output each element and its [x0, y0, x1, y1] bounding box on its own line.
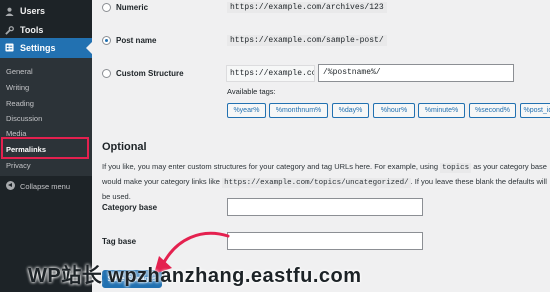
example-url-post-name: https://example.com/sample-post/ — [227, 35, 387, 46]
radio-post-name[interactable] — [102, 36, 111, 45]
description-code-url: https://example.com/topics/uncategorized… — [222, 178, 411, 188]
users-icon — [5, 7, 14, 16]
menu-item-label: Users — [20, 6, 46, 16]
custom-structure-input[interactable]: /%postname%/ — [318, 64, 514, 82]
tag-base-label: Tag base — [102, 237, 137, 246]
collapse-menu-button[interactable]: Collapse menu — [6, 181, 70, 191]
settings-icon — [5, 43, 14, 52]
submenu-item-general[interactable]: General — [6, 66, 33, 77]
category-base-label: Category base — [102, 203, 158, 212]
tag-button-minute[interactable]: %minute% — [418, 103, 465, 118]
tag-button-year[interactable]: %year% — [227, 103, 266, 118]
permalinks-highlight-box — [1, 137, 89, 159]
admin-sidebar: Users Tools Settings General Writing Rea… — [0, 0, 92, 292]
radio-label-numeric: Numeric — [116, 3, 149, 12]
tag-button-hour[interactable]: %hour% — [373, 103, 415, 118]
optional-description: If you like, you may enter custom struct… — [102, 160, 550, 203]
submenu-item-reading[interactable]: Reading — [6, 98, 34, 109]
menu-item-label: Settings — [20, 43, 56, 53]
tag-base-input[interactable] — [227, 232, 423, 250]
site-watermark: WP站长 wpzhanzhang.eastfu.com — [28, 265, 362, 287]
radio-numeric[interactable] — [102, 3, 111, 12]
category-base-input[interactable] — [227, 198, 423, 216]
menu-item-settings[interactable]: Settings — [0, 38, 92, 58]
collapse-icon — [6, 181, 15, 190]
submenu-item-discussion[interactable]: Discussion — [6, 113, 42, 124]
description-text: If you like, you may enter custom struct… — [102, 162, 438, 171]
tag-button-monthnum[interactable]: %monthnum% — [269, 103, 328, 118]
available-tags-label: Available tags: — [227, 87, 276, 96]
collapse-menu-label: Collapse menu — [20, 182, 71, 191]
tag-button-post-id[interactable]: %post_id% — [520, 103, 550, 118]
radio-label-custom-structure: Custom Structure — [116, 69, 184, 78]
example-url-numeric: https://example.com/archives/123 — [227, 2, 387, 13]
radio-custom-structure[interactable] — [102, 69, 111, 78]
radio-label-post-name: Post name — [116, 36, 157, 45]
optional-heading: Optional — [102, 141, 147, 153]
description-code-topics: topics — [440, 163, 472, 173]
tag-button-day[interactable]: %day% — [332, 103, 369, 118]
submenu-item-writing[interactable]: Writing — [6, 82, 29, 93]
submenu-item-privacy[interactable]: Privacy — [6, 160, 31, 171]
custom-structure-prefix: https://example.com — [226, 65, 315, 82]
current-menu-arrow — [86, 42, 92, 54]
wrench-icon — [5, 26, 14, 35]
tag-button-second[interactable]: %second% — [469, 103, 516, 118]
menu-item-users[interactable]: Users — [0, 2, 92, 21]
